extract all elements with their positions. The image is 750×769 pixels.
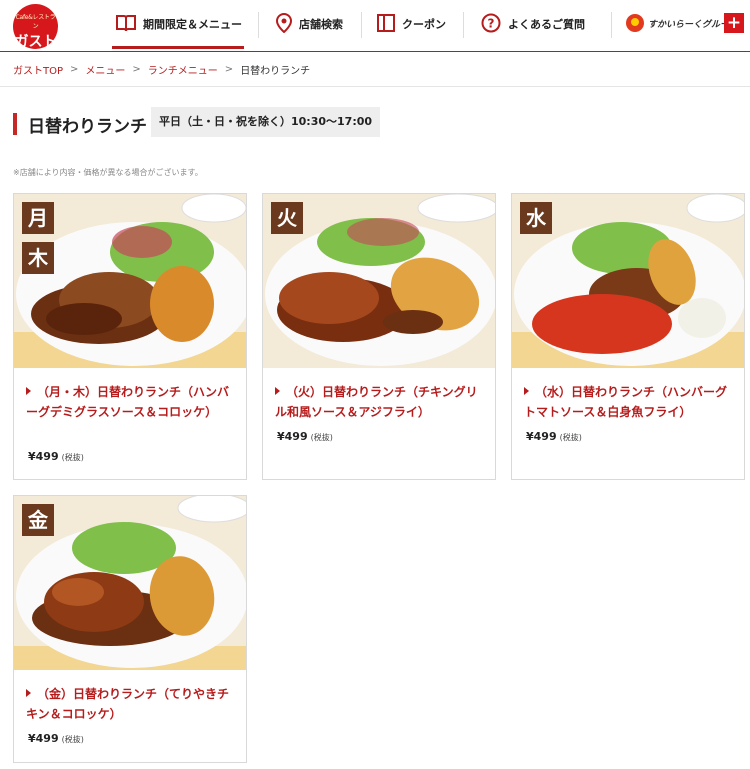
nav-store-search-label: 店舗検索 <box>299 18 343 31</box>
logo-subtitle: Cafe&レストラン <box>15 14 56 30</box>
day-badge-tue: 火 <box>271 202 303 234</box>
price-value: ¥499 <box>28 450 59 463</box>
menu-photo: 金 <box>14 496 246 670</box>
coupon-icon <box>377 13 395 35</box>
menu-card[interactable]: 月 木 （月・木）日替わりランチ（ハンバーグデミグラスソース＆コロッケ） ¥49… <box>13 193 247 480</box>
nav-menu-label: 期間限定＆メニュー <box>143 18 242 31</box>
day-badge-wed: 水 <box>520 202 552 234</box>
menu-price: ¥499 (税抜) <box>526 430 582 443</box>
price-value: ¥499 <box>526 430 557 443</box>
menu-card[interactable]: 水 （水）日替わりランチ（ハンバーグトマトソース＆白身魚フライ） ¥499 (税抜… <box>511 193 745 480</box>
nav-divider <box>258 12 259 38</box>
title-accent-bar <box>13 113 17 135</box>
menu-item-name[interactable]: （月・木）日替わりランチ（ハンバーグデミグラスソース＆コロッケ） <box>26 382 234 422</box>
arrow-right-icon <box>26 387 31 395</box>
menu-price: ¥499 (税抜) <box>28 732 84 745</box>
site-header: Cafe&レストラン ガスト 期間限定＆メニュー 店舗検索 クーポン ? よくあ… <box>0 0 750 52</box>
day-badge-mon: 月 <box>22 202 54 234</box>
menu-item-name-text: （火）日替わりランチ（チキングリル和風ソース＆アジフライ） <box>275 385 478 419</box>
breadcrumb: ガストTOP > メニュー > ランチメニュー > 日替わりランチ <box>13 62 310 77</box>
tax-note: (税抜) <box>61 735 84 744</box>
breadcrumb-lunch-menu[interactable]: ランチメニュー <box>148 62 218 77</box>
price-notice: ※店舗により内容・価格が異なる場合がございます。 <box>13 168 203 177</box>
breadcrumb-current: 日替わりランチ <box>240 66 311 77</box>
tax-note: (税抜) <box>310 433 333 442</box>
menu-card[interactable]: 金 （金）日替わりランチ（てりやきチキン＆コロッケ） ¥499 (税抜) <box>13 495 247 763</box>
day-badge-thu: 木 <box>22 242 54 274</box>
breadcrumb-separator: > <box>132 64 141 75</box>
breadcrumb-separator: > <box>70 64 79 75</box>
day-badge-fri: 金 <box>22 504 54 536</box>
nav-active-indicator <box>112 46 244 49</box>
menu-item-name-text: （水）日替わりランチ（ハンバーグトマトソース＆白身魚フライ） <box>524 385 728 419</box>
book-icon <box>116 14 136 35</box>
tax-note: (税抜) <box>559 433 582 442</box>
price-value: ¥499 <box>277 430 308 443</box>
skylark-group-logo[interactable]: すかいらーくグループ <box>626 13 737 33</box>
menu-item-name[interactable]: （火）日替わりランチ（チキングリル和風ソース＆アジフライ） <box>275 382 483 422</box>
nav-divider <box>463 12 464 38</box>
menu-item-name[interactable]: （金）日替わりランチ（てりやきチキン＆コロッケ） <box>26 684 234 724</box>
tax-note: (税抜) <box>61 453 84 462</box>
open-menu-button[interactable]: + <box>724 13 744 33</box>
question-icon: ? <box>481 13 501 36</box>
menu-item-name-text: （月・木）日替わりランチ（ハンバーグデミグラスソース＆コロッケ） <box>26 385 230 419</box>
nav-divider <box>361 12 362 38</box>
page-title: 日替わりランチ <box>28 117 147 137</box>
nav-coupon[interactable]: クーポン <box>377 0 446 48</box>
menu-photo: 火 <box>263 194 495 368</box>
breadcrumb-menu[interactable]: メニュー <box>85 62 125 77</box>
arrow-right-icon <box>26 689 31 697</box>
map-pin-icon <box>275 12 293 36</box>
nav-store-search[interactable]: 店舗検索 <box>275 0 343 48</box>
menu-photo: 月 木 <box>14 194 246 368</box>
price-value: ¥499 <box>28 732 59 745</box>
menu-card[interactable]: 火 （火）日替わりランチ（チキングリル和風ソース＆アジフライ） ¥499 (税抜) <box>262 193 496 480</box>
arrow-right-icon <box>275 387 280 395</box>
service-hours: 平日（土・日・祝を除く）10:30〜17:00 <box>151 107 381 137</box>
arrow-right-icon <box>524 387 529 395</box>
nav-menu[interactable]: 期間限定＆メニュー <box>116 0 242 48</box>
logo-title: ガスト <box>14 34 57 50</box>
menu-item-name-text: （金）日替わりランチ（てりやきチキン＆コロッケ） <box>26 687 230 721</box>
menu-item-name[interactable]: （水）日替わりランチ（ハンバーグトマトソース＆白身魚フライ） <box>524 382 732 422</box>
svg-text:?: ? <box>488 16 495 30</box>
menu-price: ¥499 (税抜) <box>28 450 84 463</box>
nav-faq-label: よくあるご質問 <box>508 18 585 31</box>
breadcrumb-separator: > <box>224 64 234 75</box>
gusto-logo[interactable]: Cafe&レストラン ガスト <box>13 4 58 50</box>
nav-divider <box>611 12 612 38</box>
menu-photo: 水 <box>512 194 744 368</box>
menu-price: ¥499 (税抜) <box>277 430 333 443</box>
nav-faq[interactable]: ? よくあるご質問 <box>481 0 585 48</box>
nav-coupon-label: クーポン <box>402 18 446 31</box>
breadcrumb-home[interactable]: ガストTOP <box>13 62 63 77</box>
breadcrumb-divider <box>0 86 750 87</box>
skylark-mark-icon <box>626 14 644 32</box>
